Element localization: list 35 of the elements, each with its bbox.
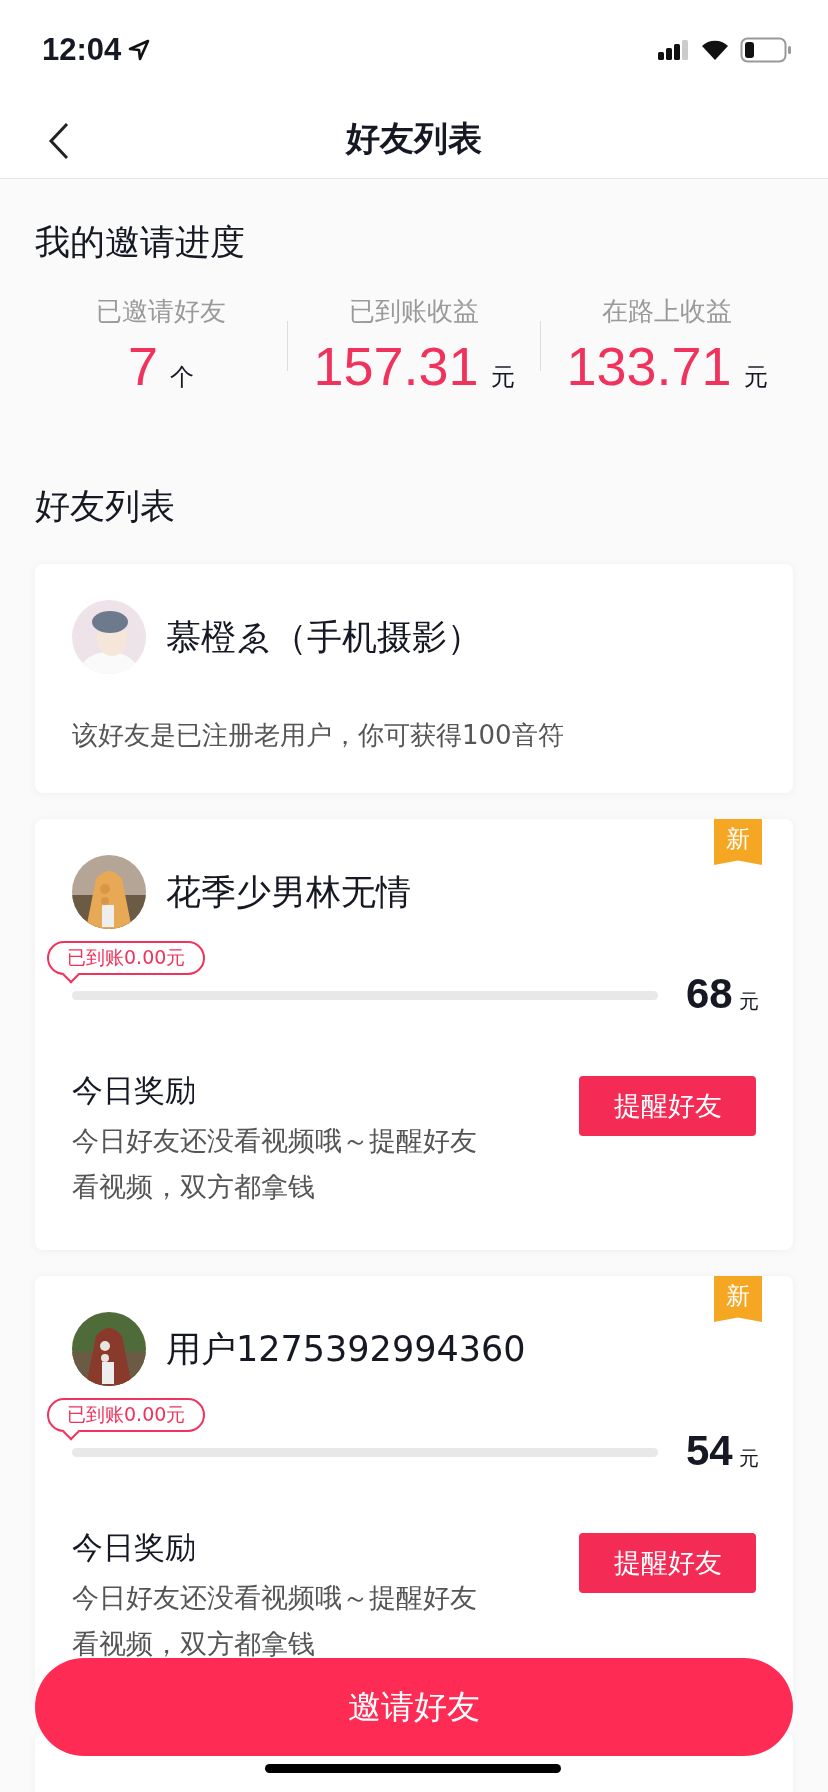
stat-label: 已到账收益 [349, 295, 479, 328]
stat-label: 已邀请好友 [96, 295, 226, 328]
friend-name: 用户1275392994360 [166, 1327, 526, 1371]
location-arrow-icon [127, 38, 152, 62]
stat-label: 在路上收益 [602, 295, 732, 328]
invite-button[interactable]: 邀请好友 [35, 1658, 793, 1756]
new-badge: 新 [714, 819, 762, 865]
friend-name: 慕橙ゑ（手机摄影） [166, 615, 482, 659]
remind-button[interactable]: 提醒好友 [579, 1533, 756, 1593]
target-amount: 54 [686, 1427, 733, 1475]
page-title: 好友列表 [346, 117, 482, 160]
section-title: 好友列表 [35, 485, 176, 528]
reward-title: 今日奖励 [72, 1528, 197, 1567]
stat-unit: 元 [490, 362, 515, 393]
stat-unit: 元 [743, 362, 768, 393]
back-icon[interactable] [48, 122, 70, 160]
stat-unit: 个 [170, 362, 194, 393]
status-time: 12:04 [42, 32, 122, 68]
reward-title: 今日奖励 [72, 1071, 197, 1110]
friend-note: 该好友是已注册老用户，你可获得100音符 [72, 719, 565, 752]
reward-text: 今日好友还没看视频哦～提醒好友看视频，双方都拿钱 [72, 1124, 478, 1204]
stat-value: 133.71 [566, 335, 732, 397]
target-unit: 元 [738, 988, 759, 1015]
stat-value: 7 [127, 335, 158, 397]
reward-text: 今日好友还没看视频哦～提醒好友看视频，双方都拿钱 [72, 1581, 478, 1661]
target-unit: 元 [738, 1445, 759, 1472]
remind-button[interactable]: 提醒好友 [579, 1076, 756, 1136]
target-amount: 68 [686, 970, 733, 1018]
battery-icon [740, 37, 792, 63]
stat-value: 157.31 [313, 335, 479, 397]
signal-icon [658, 38, 690, 62]
wifi-icon [700, 38, 730, 62]
section-title: 我的邀请进度 [35, 221, 246, 264]
friend-name: 花季少男林无情 [166, 870, 411, 914]
new-badge: 新 [714, 1276, 762, 1322]
